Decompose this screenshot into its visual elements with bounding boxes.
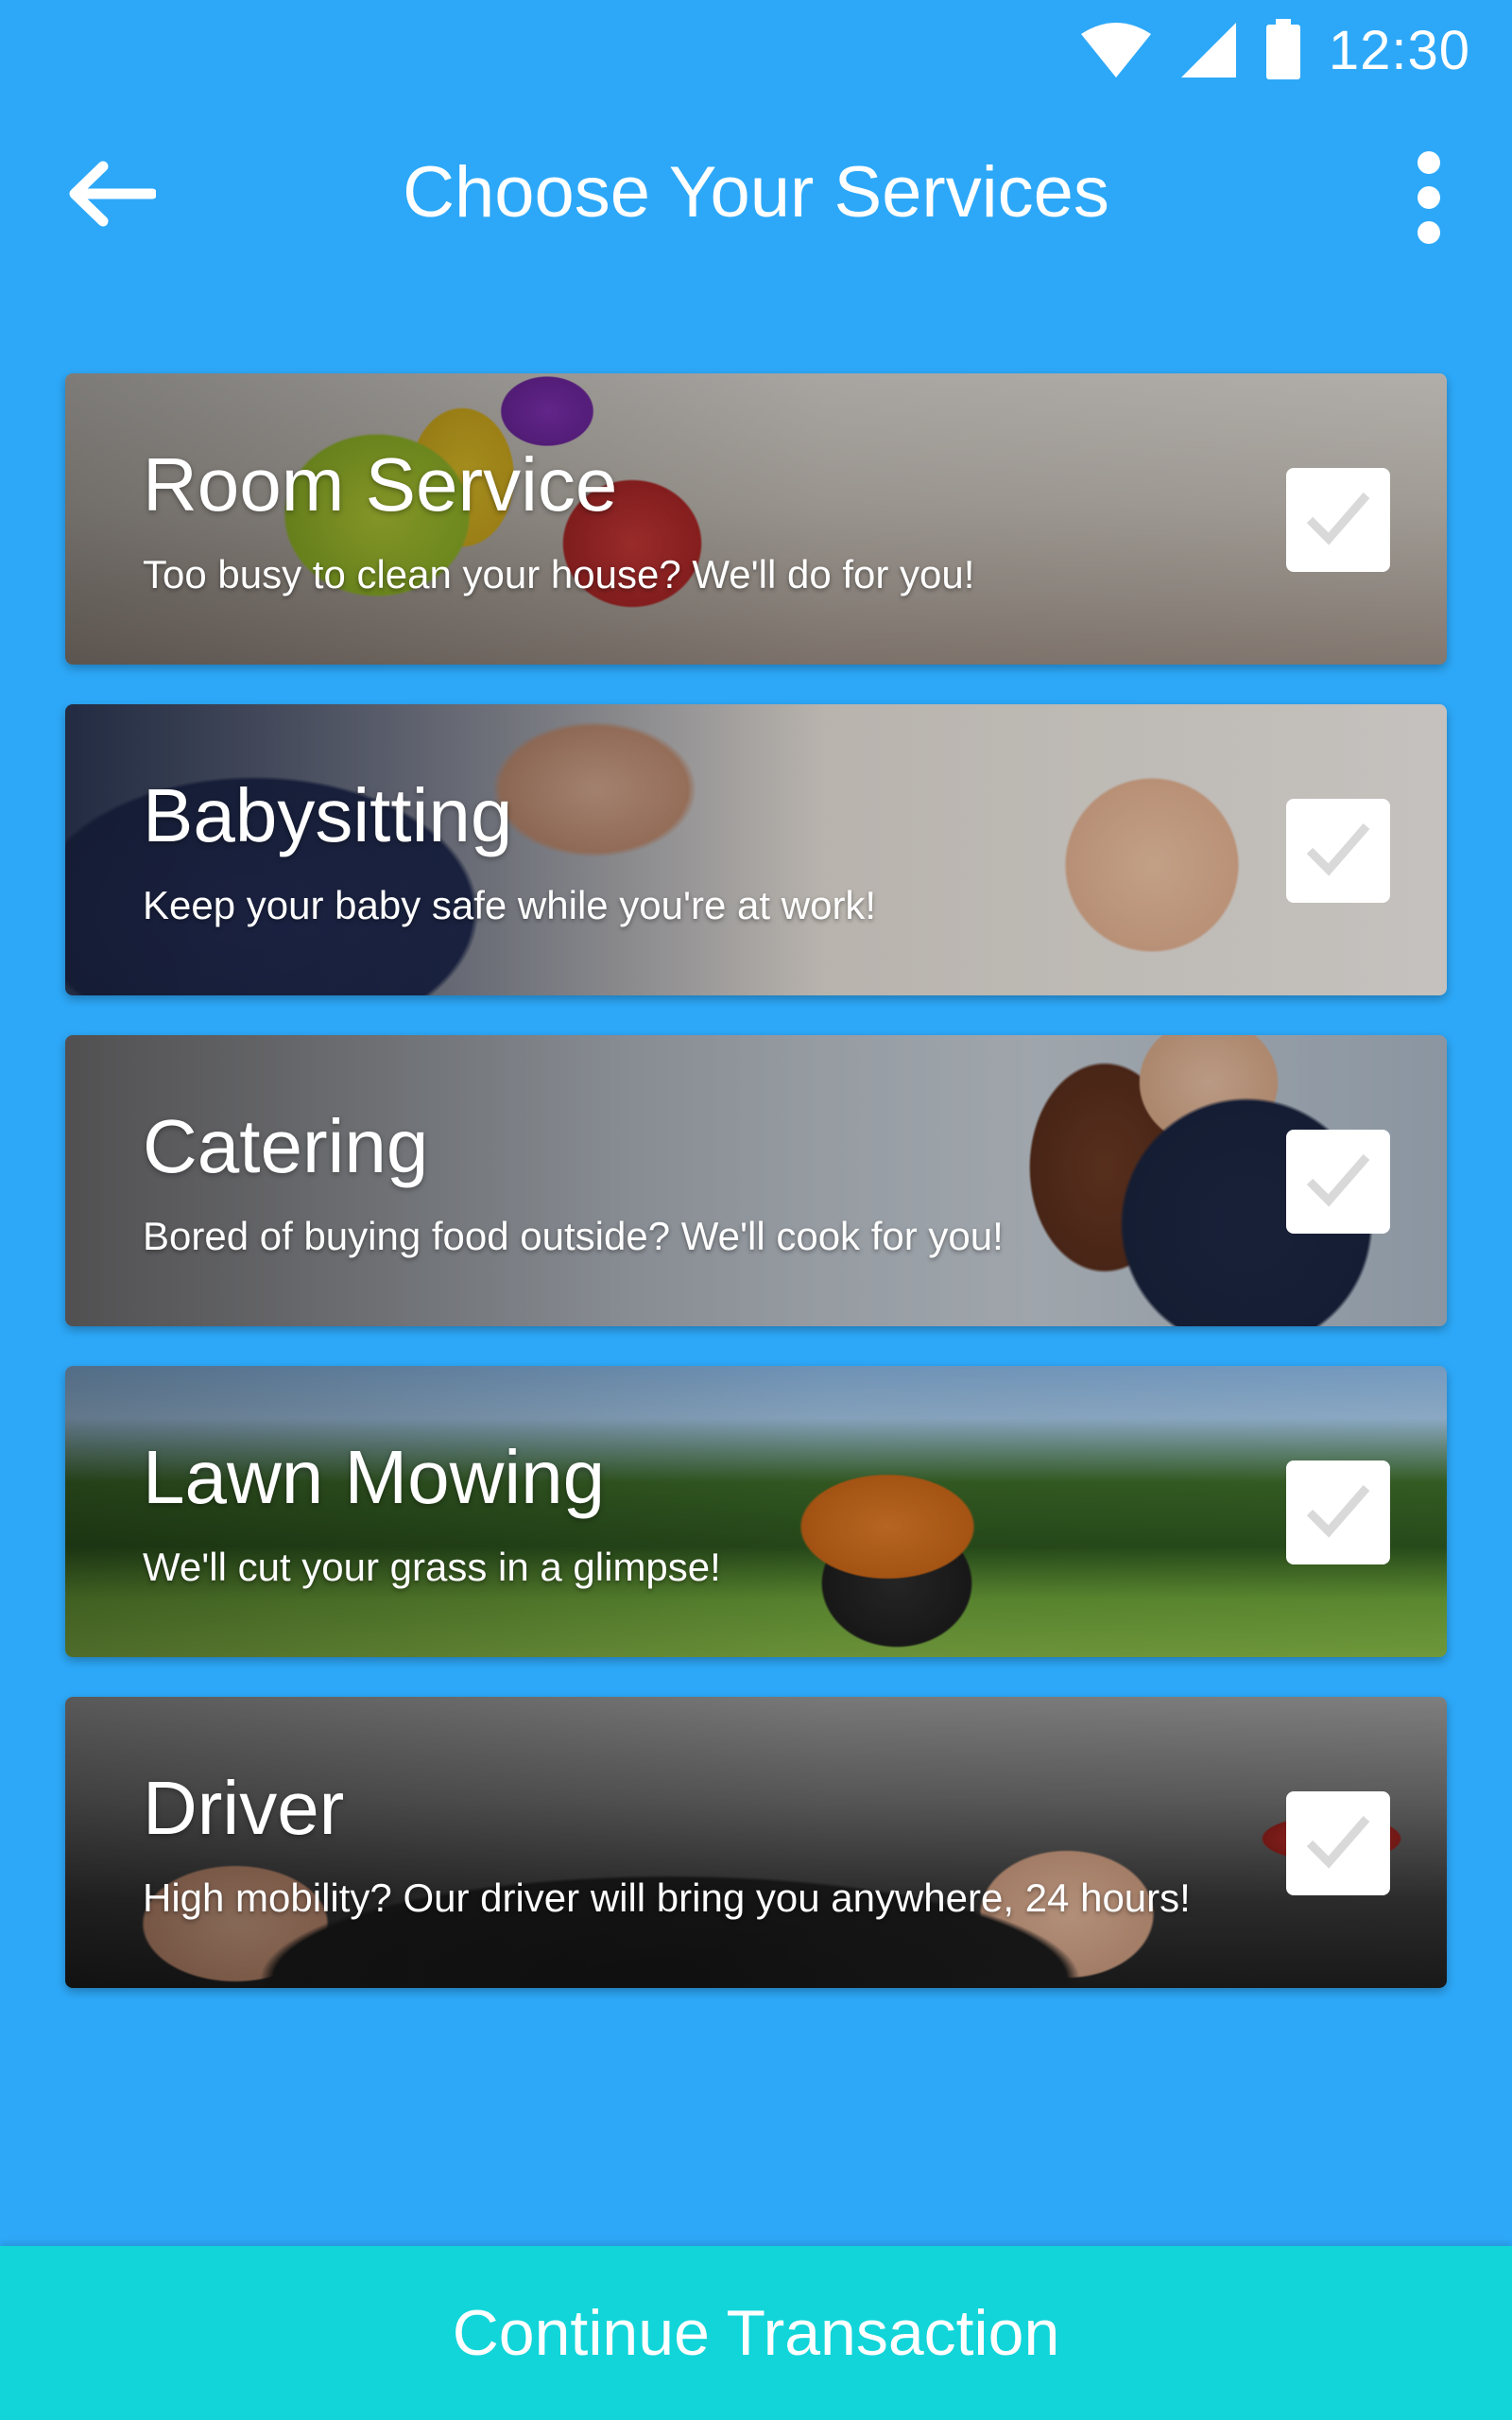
service-card-room-service[interactable]: Room Service Too busy to clean your hous…	[65, 373, 1447, 665]
checkmark-icon	[1304, 821, 1372, 882]
service-title: Babysitting	[143, 773, 513, 857]
service-title: Room Service	[143, 442, 618, 527]
status-time: 12:30	[1328, 19, 1470, 81]
service-title: Lawn Mowing	[143, 1435, 606, 1519]
app-bar: Choose Your Services	[0, 113, 1512, 274]
service-card-lawn-mowing[interactable]: Lawn Mowing We'll cut your grass in a gl…	[65, 1366, 1447, 1657]
service-subtitle: Keep your baby safe while you're at work…	[143, 883, 877, 927]
service-checkbox[interactable]	[1286, 799, 1390, 903]
service-subtitle: Too busy to clean your house? We'll do f…	[143, 552, 975, 596]
continue-transaction-button[interactable]: Continue Transaction	[0, 2246, 1512, 2420]
service-checkbox[interactable]	[1286, 468, 1390, 572]
checkmark-icon	[1304, 490, 1372, 551]
service-checkbox[interactable]	[1286, 1791, 1390, 1895]
service-checkbox[interactable]	[1286, 1461, 1390, 1564]
more-options-button[interactable]	[1391, 147, 1467, 251]
service-subtitle: High mobility? Our driver will bring you…	[143, 1876, 1191, 1920]
service-title: Catering	[143, 1104, 429, 1188]
services-list: Room Service Too busy to clean your hous…	[65, 373, 1447, 2028]
service-card-catering[interactable]: Catering Bored of buying food outside? W…	[65, 1035, 1447, 1326]
checkmark-icon	[1304, 1151, 1372, 1213]
status-icons: 12:30	[1079, 17, 1470, 83]
service-subtitle: We'll cut your grass in a glimpse!	[143, 1545, 721, 1589]
more-vertical-icon	[1415, 150, 1443, 250]
wifi-icon	[1079, 21, 1153, 79]
checkmark-icon	[1304, 1482, 1372, 1544]
service-checkbox[interactable]	[1286, 1130, 1390, 1234]
status-bar: 12:30	[0, 0, 1512, 104]
cell-signal-icon	[1179, 21, 1238, 79]
service-card-babysitting[interactable]: Babysitting Keep your baby safe while yo…	[65, 704, 1447, 995]
page-title: Choose Your Services	[403, 152, 1109, 233]
checkmark-icon	[1304, 1813, 1372, 1875]
battery-icon	[1264, 19, 1302, 81]
service-subtitle: Bored of buying food outside? We'll cook…	[143, 1214, 1004, 1258]
service-card-driver[interactable]: Driver High mobility? Our driver will br…	[65, 1697, 1447, 1988]
service-title: Driver	[143, 1766, 345, 1850]
